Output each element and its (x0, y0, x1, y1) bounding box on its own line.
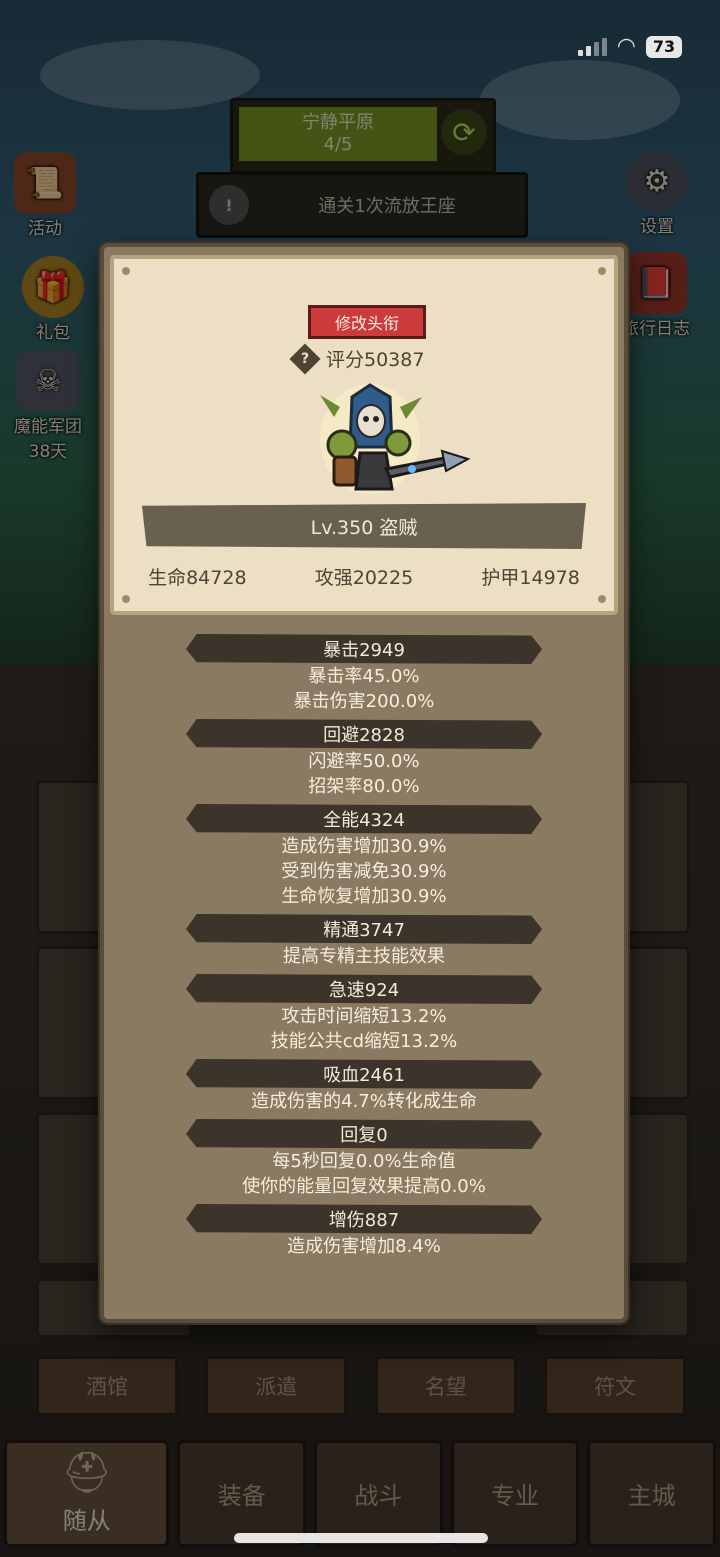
attr-versatility: 全能4324 (186, 804, 542, 834)
armor-stat: 护甲14978 (481, 567, 580, 589)
attr-detail: 造成伤害增加8.4% (287, 1236, 441, 1257)
attr-detail: 受到伤害减免30.9% (281, 861, 447, 882)
character-header: 修改头衔 ? 评分50387 Lv.350 盗贼 生命84728 攻强20225 (110, 255, 618, 615)
rivet (122, 267, 130, 275)
hero-portrait (320, 383, 471, 494)
attr-haste: 急速924 (186, 974, 542, 1004)
home-indicator[interactable] (234, 1533, 488, 1543)
status-bar: ◠ 73 (577, 34, 682, 59)
signal-icon (577, 37, 607, 56)
attr-detail: 暴击率45.0% (308, 666, 420, 687)
attr-detail: 使你的能量回复效果提高0.0% (242, 1176, 486, 1197)
change-title-button[interactable]: 修改头衔 (308, 305, 426, 339)
attr-detail: 暴击伤害200.0% (293, 691, 435, 712)
rivet (122, 595, 130, 603)
attr-detail: 造成伤害增加30.9% (281, 836, 447, 857)
attr-detail: 攻击时间缩短13.2% (281, 1006, 447, 1027)
wifi-icon: ◠ (616, 34, 636, 59)
question-icon[interactable]: ? (289, 342, 321, 375)
attr-detail: 提高专精主技能效果 (283, 946, 445, 967)
level-class-band: Lv.350 盗贼 (142, 503, 586, 549)
score-row: ? 评分50387 (289, 342, 425, 375)
attr-avoidance: 回避2828 (186, 719, 542, 749)
attr-detail: 造成伤害的4.7%转化成生命 (251, 1091, 477, 1112)
main-stats: 生命84728 攻强20225 护甲14978 (114, 563, 614, 590)
attr-lifesteal: 吸血2461 (186, 1059, 542, 1089)
attr-detail: 闪避率50.0% (308, 751, 420, 772)
attr-detail: 招架率80.0% (308, 776, 420, 797)
attr-mastery: 精通3747 (186, 914, 542, 944)
attr-detail: 生命恢复增加30.9% (281, 886, 447, 907)
rivet (598, 267, 606, 275)
attribute-list: 暴击2949 暴击率45.0% 暴击伤害200.0% 回避2828 闪避率50.… (104, 629, 624, 1259)
attack-power-stat: 攻强20225 (314, 567, 414, 589)
character-stats-modal: 修改头衔 ? 评分50387 Lv.350 盗贼 生命84728 攻强20225 (100, 243, 628, 1323)
battery-level: 73 (652, 37, 676, 56)
attr-detail: 技能公共cd缩短13.2% (270, 1031, 458, 1052)
attr-detail: 每5秒回复0.0%生命值 (272, 1151, 456, 1172)
hp-stat: 生命84728 (148, 567, 247, 589)
score-text: 评分50387 (326, 349, 425, 371)
attr-regen: 回复0 (186, 1119, 542, 1149)
battery-icon: 73 (646, 35, 682, 58)
attr-crit: 暴击2949 (186, 634, 542, 664)
rivet (598, 595, 606, 603)
attr-damage-bonus: 增伤887 (186, 1204, 542, 1234)
